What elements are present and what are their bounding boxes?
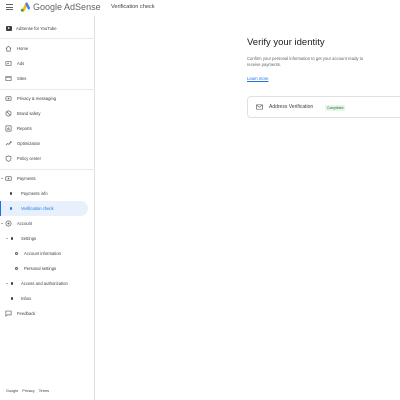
top-bar: Google AdSense Verification check	[0, 0, 400, 16]
account-icon	[5, 220, 12, 227]
chevron-down-icon	[1, 177, 3, 179]
chevron-right-icon	[6, 282, 8, 284]
reports-icon	[5, 125, 12, 132]
sidebar-item-account[interactable]: Account	[0, 217, 95, 230]
sidebar-item-label: Payments info	[21, 190, 48, 196]
sidebar-item-feedback[interactable]: Feedback	[0, 307, 95, 320]
bullet-icon	[11, 297, 14, 300]
sidebar-item-label: Account information	[24, 250, 62, 256]
account-label: AdSense for YouTube	[16, 26, 57, 31]
sidebar-item-label: Home	[17, 45, 29, 51]
sidebar-item-label: Feedback	[17, 310, 36, 316]
divider	[0, 169, 95, 170]
sidebar-item-optimization[interactable]: Optimization	[0, 137, 95, 150]
sidebar-item-home[interactable]: Home	[0, 42, 95, 55]
learn-more-link[interactable]: Learn more	[247, 76, 268, 81]
hamburger-menu-icon[interactable]	[6, 4, 13, 10]
page-title: Verification check	[111, 4, 155, 10]
sidebar-item-label: Sites	[17, 75, 27, 81]
sidebar-item-account-information[interactable]: Account information	[0, 247, 95, 260]
brand-google: Google	[33, 2, 63, 12]
sidebar-item-settings[interactable]: Settings	[0, 232, 95, 245]
sidebar-item-policy-center[interactable]: Policy center	[0, 152, 95, 165]
active-indicator	[0, 201, 1, 216]
sidebar-item-label: Personal settings	[24, 265, 57, 271]
sidebar-item-personal-settings[interactable]: Personal settings	[0, 262, 95, 275]
footer-links: Google Privacy Terms	[6, 389, 49, 393]
bullet-icon	[10, 192, 13, 195]
chevron-down-icon	[1, 222, 3, 224]
sidebar-item-brand-safety[interactable]: Brand safety	[0, 107, 95, 120]
sidebar-item-label: Settings	[21, 235, 37, 241]
brand-safety-icon	[5, 110, 12, 117]
sites-icon	[5, 75, 12, 82]
sidebar-item-label: Payments	[17, 175, 36, 181]
mail-icon	[256, 104, 263, 110]
adsense-logo-icon	[20, 2, 30, 12]
sidebar-item-label: Ads	[17, 60, 25, 66]
footer-link-terms[interactable]: Terms	[39, 389, 49, 393]
sidebar-item-privacy[interactable]: Privacy & messaging	[0, 92, 95, 105]
sidebar-item-payments[interactable]: Payments	[0, 172, 95, 185]
main-description: Confirm your personal information to get…	[247, 56, 364, 67]
address-verification-card[interactable]: Address Verification Completed	[247, 96, 400, 118]
footer-link-privacy[interactable]: Privacy	[22, 389, 34, 393]
divider	[0, 38, 95, 39]
sidebar-item-label: Inbox	[21, 295, 32, 301]
brand-product: AdSense	[64, 2, 101, 12]
feedback-icon	[5, 310, 12, 317]
policy-icon	[5, 155, 12, 162]
home-icon	[5, 45, 12, 52]
bullet-icon	[11, 237, 14, 240]
account-switcher[interactable]: AdSense for YouTube	[6, 24, 57, 33]
sidebar-item-label: Reports	[17, 125, 32, 131]
sidebar-item-label: Access and authorization	[21, 280, 68, 286]
sidebar-item-label: Verification check	[21, 205, 54, 211]
status-badge: Completed	[325, 104, 346, 111]
bullet-ring-icon	[15, 267, 18, 270]
sidebar-item-access-authorization[interactable]: Access and authorization	[0, 277, 95, 290]
sidebar-item-label: Privacy & messaging	[17, 95, 57, 101]
bullet-icon	[11, 282, 14, 285]
sidebar-item-label: Policy center	[17, 155, 41, 161]
bullet-ring-icon	[15, 252, 18, 255]
sidebar-item-ads[interactable]: Ads	[0, 57, 95, 70]
sidebar-item-inbox[interactable]: Inbox	[0, 292, 95, 305]
sidebar-item-label: Account	[17, 220, 33, 226]
optimization-icon	[5, 140, 12, 147]
sidebar-item-verification-check[interactable]: Verification check	[0, 201, 95, 216]
privacy-icon	[5, 95, 12, 102]
chevron-down-icon	[6, 237, 8, 239]
payments-icon	[5, 175, 12, 182]
ads-icon	[5, 60, 12, 67]
sidebar: AdSense for YouTube Home Ads Sites Priva…	[0, 16, 95, 400]
youtube-icon	[6, 26, 12, 31]
sidebar-item-sites[interactable]: Sites	[0, 72, 95, 85]
main-heading: Verify your identity	[247, 37, 325, 48]
sidebar-item-label: Optimization	[17, 140, 41, 146]
brand-name[interactable]: Google AdSense	[33, 2, 101, 13]
card-title: Address Verification	[269, 104, 314, 110]
sidebar-item-reports[interactable]: Reports	[0, 122, 95, 135]
sidebar-item-payments-info[interactable]: Payments info	[0, 187, 95, 200]
divider	[0, 89, 95, 90]
footer-link-google[interactable]: Google	[6, 389, 18, 393]
sidebar-item-label: Brand safety	[17, 110, 41, 116]
